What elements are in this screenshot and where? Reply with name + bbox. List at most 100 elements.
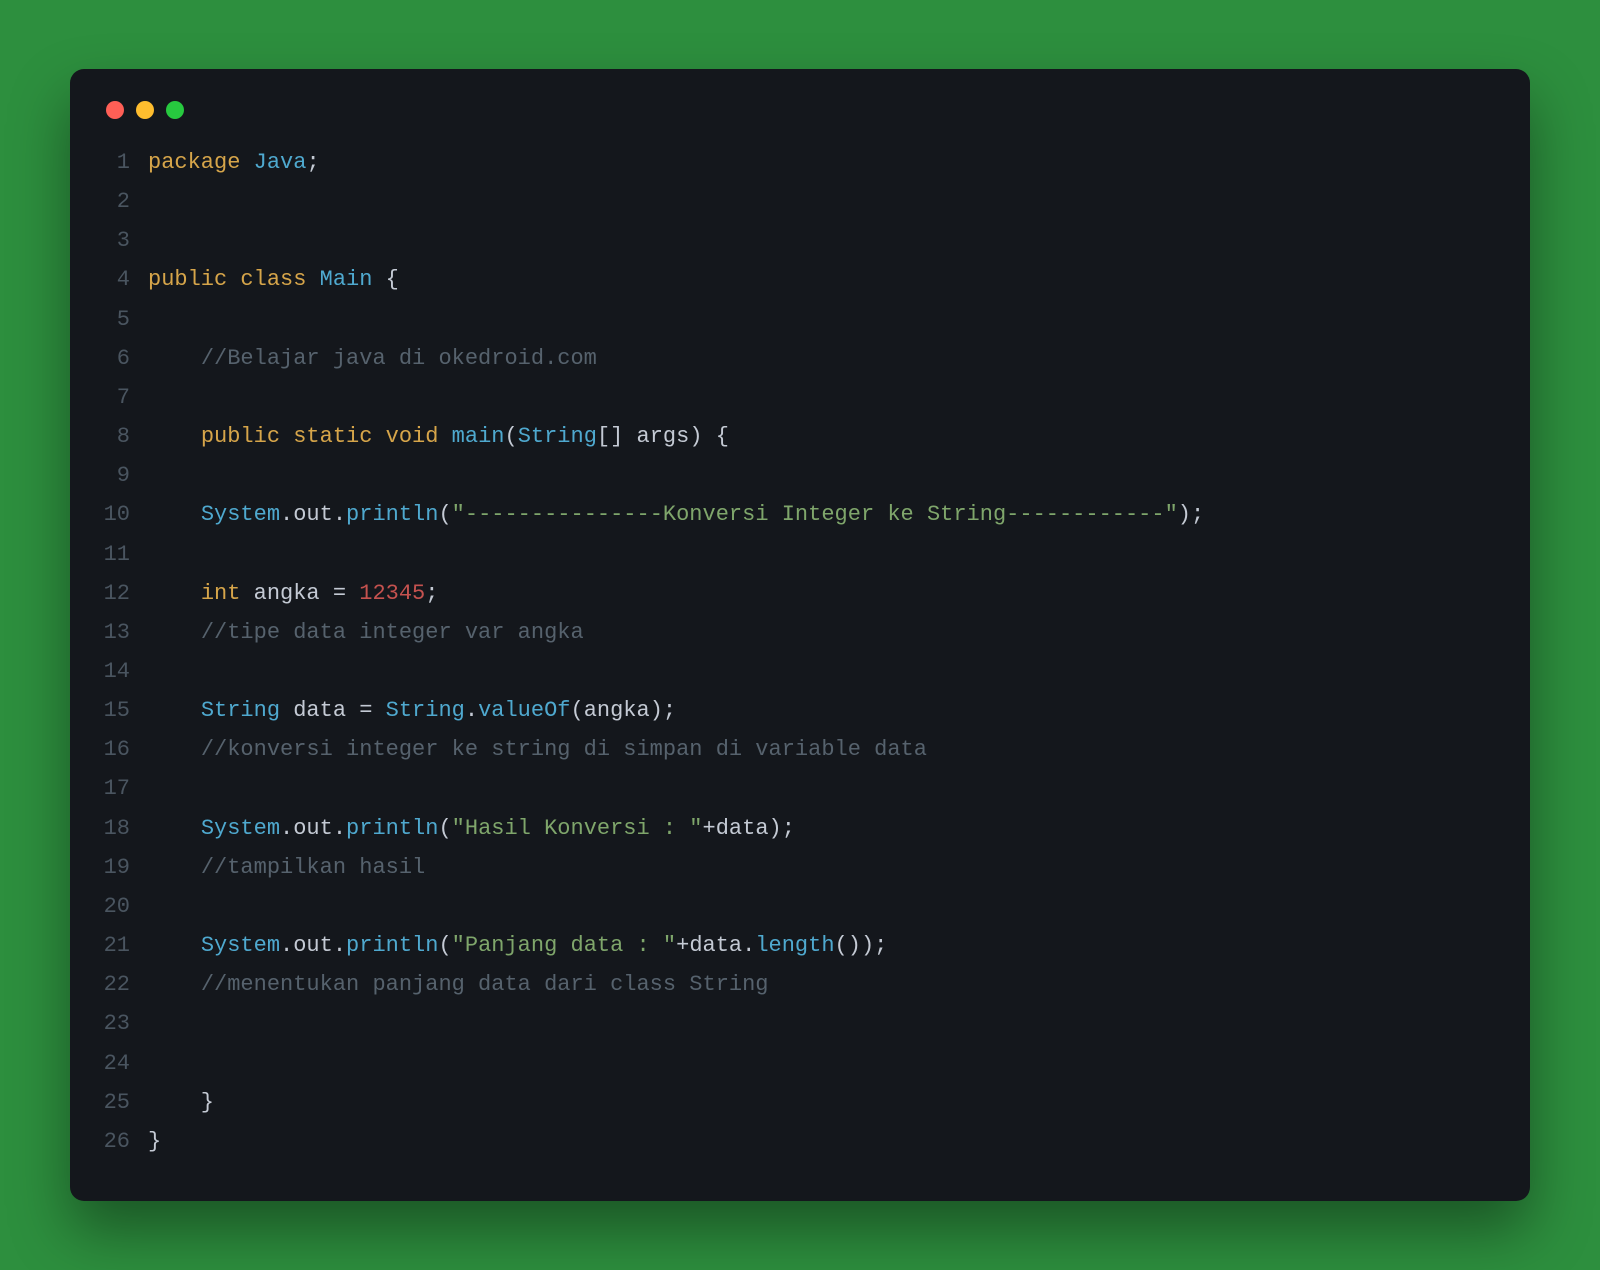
token-num: 12345 (359, 581, 425, 606)
token-pun: } (148, 1090, 214, 1115)
line-content: //Belajar java di okedroid.com (148, 339, 597, 378)
line-number: 18 (102, 809, 148, 848)
line-number: 25 (102, 1083, 148, 1122)
code-line: 20 (102, 887, 1498, 926)
token-var: out (293, 933, 333, 958)
line-content (148, 378, 161, 417)
token-pun: ( (504, 424, 517, 449)
line-number: 14 (102, 652, 148, 691)
token-pun: . (333, 502, 346, 527)
line-content (148, 300, 161, 339)
code-line: 12 int angka = 12345; (102, 574, 1498, 613)
code-line: 5 (102, 300, 1498, 339)
token-str: "Hasil Konversi : " (452, 816, 703, 841)
token-var: angka (584, 698, 650, 723)
line-content: //konversi integer ke string di simpan d… (148, 730, 927, 769)
line-number: 2 (102, 182, 148, 221)
token-type: System (201, 502, 280, 527)
token-cm: //tipe data integer var angka (201, 620, 584, 645)
line-number: 8 (102, 417, 148, 456)
token-var: out (293, 502, 333, 527)
code-line: 6 //Belajar java di okedroid.com (102, 339, 1498, 378)
token-pun: ) { (689, 424, 729, 449)
token-kw: class (240, 267, 319, 292)
token-pun (148, 581, 201, 606)
token-pun: ); (650, 698, 676, 723)
code-line: 2 (102, 182, 1498, 221)
zoom-icon[interactable] (166, 101, 184, 119)
token-pun (148, 620, 201, 645)
token-type: System (201, 933, 280, 958)
code-line: 16 //konversi integer ke string di simpa… (102, 730, 1498, 769)
token-pun: ; (306, 150, 319, 175)
token-var: data (716, 816, 769, 841)
token-pun (148, 737, 201, 762)
line-content: public class Main { (148, 260, 399, 299)
token-type: String (386, 698, 465, 723)
line-number: 1 (102, 143, 148, 182)
code-editor[interactable]: 1package Java;2 3 4public class Main {5 … (102, 143, 1498, 1161)
line-number: 23 (102, 1004, 148, 1043)
token-fn: valueOf (478, 698, 570, 723)
line-content: System.out.println("Panjang data : "+dat… (148, 926, 887, 965)
code-line: 25 } (102, 1083, 1498, 1122)
token-pun (148, 424, 201, 449)
code-line: 21 System.out.println("Panjang data : "+… (102, 926, 1498, 965)
line-number: 16 (102, 730, 148, 769)
token-type: Java (254, 150, 307, 175)
line-content: //menentukan panjang data dari class Str… (148, 965, 769, 1004)
line-number: 19 (102, 848, 148, 887)
token-type: String (518, 424, 597, 449)
line-content (148, 769, 161, 808)
token-fn: println (346, 502, 438, 527)
token-var: data (689, 933, 742, 958)
token-pun: ); (769, 816, 795, 841)
line-content: } (148, 1122, 161, 1161)
line-content: String data = String.valueOf(angka); (148, 691, 676, 730)
line-content: public static void main(String[] args) { (148, 417, 729, 456)
token-op: = (359, 698, 385, 723)
code-line: 15 String data = String.valueOf(angka); (102, 691, 1498, 730)
line-content (148, 1044, 161, 1083)
token-pun: ( (438, 502, 451, 527)
token-pun (148, 698, 201, 723)
line-content (148, 456, 161, 495)
token-pun (148, 933, 201, 958)
token-kw: public (148, 267, 240, 292)
line-number: 21 (102, 926, 148, 965)
token-pun: ( (571, 698, 584, 723)
line-number: 24 (102, 1044, 148, 1083)
code-line: 23 (102, 1004, 1498, 1043)
token-var: angka (254, 581, 333, 606)
code-line: 8 public static void main(String[] args)… (102, 417, 1498, 456)
line-number: 12 (102, 574, 148, 613)
line-content: //tampilkan hasil (148, 848, 425, 887)
line-content (148, 1004, 161, 1043)
token-pun: ()); (835, 933, 888, 958)
token-kw: public (201, 424, 293, 449)
line-content: //tipe data integer var angka (148, 613, 584, 652)
code-line: 19 //tampilkan hasil (102, 848, 1498, 887)
token-cm: //menentukan panjang data dari class Str… (201, 972, 769, 997)
line-content: } (148, 1083, 214, 1122)
token-pun: . (280, 816, 293, 841)
line-content: System.out.println("Hasil Konversi : "+d… (148, 809, 795, 848)
line-number: 6 (102, 339, 148, 378)
token-kw: package (148, 150, 254, 175)
close-icon[interactable] (106, 101, 124, 119)
token-pun: . (280, 933, 293, 958)
token-str: "---------------Konversi Integer ke Stri… (452, 502, 1178, 527)
token-pun (148, 972, 201, 997)
line-content (148, 182, 161, 221)
line-number: 10 (102, 495, 148, 534)
token-cm: //Belajar java di okedroid.com (201, 346, 597, 371)
token-cm: //konversi integer ke string di simpan d… (201, 737, 927, 762)
code-line: 10 System.out.println("---------------Ko… (102, 495, 1498, 534)
token-kw: int (201, 581, 254, 606)
minimize-icon[interactable] (136, 101, 154, 119)
token-pun: ; (425, 581, 438, 606)
line-content: System.out.println("---------------Konve… (148, 495, 1204, 534)
code-line: 4public class Main { (102, 260, 1498, 299)
token-type: System (201, 816, 280, 841)
code-line: 7 (102, 378, 1498, 417)
